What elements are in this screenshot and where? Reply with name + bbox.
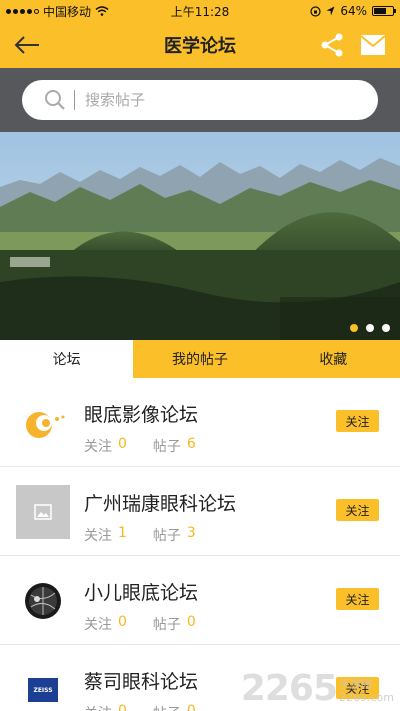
fundus-logo-icon: [25, 583, 61, 619]
forum-logo: [16, 485, 70, 539]
search-box[interactable]: [22, 80, 378, 120]
forum-name: 广州瑞康眼科论坛: [84, 493, 237, 515]
posts-label: 帖子: [152, 439, 181, 455]
battery-percent: 64%: [340, 4, 367, 18]
follow-button[interactable]: 关注: [336, 410, 379, 432]
pager-dot[interactable]: [366, 324, 374, 332]
search-input[interactable]: [85, 91, 325, 109]
followers-count: 0: [118, 436, 127, 452]
posts-label: 帖子: [153, 703, 181, 711]
posts-count: 0: [186, 703, 196, 711]
follow-button[interactable]: 关注: [336, 499, 379, 521]
share-icon[interactable]: [320, 32, 344, 58]
zeiss-logo: ZEISS: [28, 678, 58, 702]
battery-icon: [372, 6, 396, 16]
posts-count: 6: [186, 436, 196, 452]
forum-logo: [16, 574, 70, 628]
banner-image: [0, 132, 400, 340]
image-placeholder-icon: [34, 504, 52, 520]
mail-icon[interactable]: [360, 34, 386, 56]
watermark-number: 2265: [240, 668, 338, 709]
forum-list: 眼底影像论坛 关注 0 帖子 6 关注 广州瑞康眼科论坛 关注 1 帖子 3 关…: [0, 378, 400, 711]
forum-stats: 关注 0 帖子 0: [84, 703, 216, 711]
nav-bar: 医学论坛: [0, 22, 400, 68]
forum-name: 眼底影像论坛: [84, 404, 199, 426]
forum-logo: [16, 396, 70, 450]
watermark-domain: 2265.com: [339, 691, 394, 704]
eye-logo-icon: [26, 412, 65, 438]
location-icon: [326, 6, 335, 16]
posts-label: 帖子: [152, 528, 181, 544]
follow-button[interactable]: 关注: [336, 588, 379, 610]
search-icon: [45, 90, 65, 110]
wifi-icon: [95, 6, 109, 16]
followers-count: 0: [118, 614, 127, 630]
status-bar: 中国移动 上午11:28 64%: [0, 0, 400, 22]
forum-stats: 关注 0 帖子 0: [84, 614, 216, 634]
followers-label: 关注: [84, 439, 112, 455]
followers-count: 0: [118, 703, 127, 711]
watermark: 2265 手游网 2265.com: [241, 671, 394, 707]
search-divider: [74, 90, 75, 110]
forum-row[interactable]: 眼底影像论坛 关注 0 帖子 6 关注: [0, 378, 400, 467]
carrier-label: 中国移动: [43, 4, 92, 19]
forum-logo: ZEISS: [16, 663, 70, 711]
forum-name: 蔡司眼科论坛: [84, 671, 199, 693]
tab-favorites[interactable]: 收藏: [267, 340, 400, 378]
tab-bar: 论坛 我的帖子 收藏: [0, 340, 400, 378]
search-band: [0, 68, 400, 132]
tab-forums[interactable]: 论坛: [0, 340, 134, 378]
posts-count: 0: [186, 614, 196, 630]
back-button[interactable]: [12, 31, 42, 59]
pager-dot[interactable]: [350, 324, 358, 332]
forum-stats: 关注 0 帖子 6: [84, 436, 216, 456]
watermark-site-name: 手游网: [339, 678, 373, 691]
carousel-pager: [350, 324, 390, 332]
forum-row[interactable]: 广州瑞康眼科论坛 关注 1 帖子 3 关注: [0, 467, 400, 556]
forum-name: 小儿眼底论坛: [84, 582, 199, 604]
banner-carousel[interactable]: [0, 132, 400, 340]
followers-label: 关注: [84, 703, 112, 711]
signal-icon: [6, 8, 39, 14]
posts-label: 帖子: [152, 617, 181, 633]
clock: 上午11:28: [170, 4, 230, 19]
forum-stats: 关注 1 帖子 3: [84, 525, 216, 545]
tab-my-posts[interactable]: 我的帖子: [133, 340, 266, 378]
forum-row[interactable]: 小儿眼底论坛 关注 0 帖子 0 关注: [0, 556, 400, 645]
posts-count: 3: [186, 525, 196, 541]
followers-count: 1: [118, 525, 127, 541]
pager-dot[interactable]: [382, 324, 390, 332]
followers-label: 关注: [84, 528, 112, 544]
followers-label: 关注: [84, 617, 112, 633]
page-title: 医学论坛: [164, 36, 236, 57]
orientation-lock-icon: [310, 5, 321, 17]
